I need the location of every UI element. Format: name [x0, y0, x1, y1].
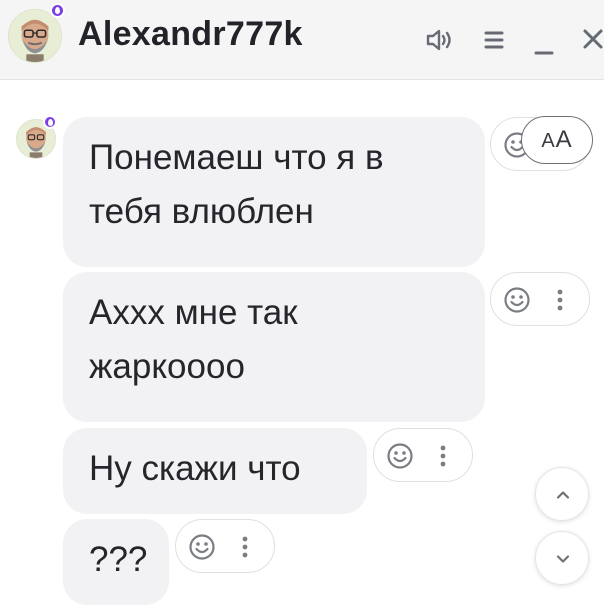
- message-text: тебя влюблен: [89, 192, 314, 231]
- message-bubble[interactable]: ???: [63, 519, 169, 605]
- emoji-reaction-icon[interactable]: [503, 286, 531, 314]
- message-actions: [490, 272, 590, 326]
- chat-header: Alexandr777k: [0, 0, 604, 80]
- minimize-icon[interactable]: [526, 22, 562, 58]
- message-text: Понемаеш что я в: [89, 138, 384, 177]
- chevron-down-icon: [556, 555, 570, 563]
- message-bubble[interactable]: Понемаеш что я в тебя влюблен: [63, 117, 485, 267]
- emoji-reaction-icon[interactable]: [188, 533, 216, 561]
- message-text: Ну скажи что: [89, 449, 301, 488]
- message-text: Ахxх мне так: [89, 293, 298, 332]
- message-text: жаркоооо: [89, 347, 245, 386]
- message-bubble[interactable]: Ахxх мне так жаркоооо: [63, 272, 485, 422]
- close-icon[interactable]: [576, 22, 604, 58]
- menu-icon[interactable]: [476, 22, 512, 58]
- more-options-icon[interactable]: [240, 534, 250, 560]
- status-badge: [50, 3, 65, 18]
- more-options-icon[interactable]: [438, 443, 448, 469]
- message-actions: [175, 519, 275, 573]
- scroll-up-button[interactable]: [535, 467, 589, 521]
- message-actions: [373, 428, 473, 482]
- font-size-button[interactable]: AA: [521, 116, 593, 164]
- volume-icon[interactable]: [422, 22, 458, 58]
- message-text: ???: [89, 540, 148, 579]
- contact-name[interactable]: Alexandr777k: [78, 12, 303, 56]
- emoji-reaction-icon[interactable]: [386, 442, 414, 470]
- sender-status-badge: [43, 115, 57, 129]
- chevron-up-icon: [556, 491, 570, 499]
- scroll-down-button[interactable]: [535, 531, 589, 585]
- message-bubble[interactable]: Ну скажи что: [63, 428, 367, 514]
- more-options-icon[interactable]: [555, 287, 565, 313]
